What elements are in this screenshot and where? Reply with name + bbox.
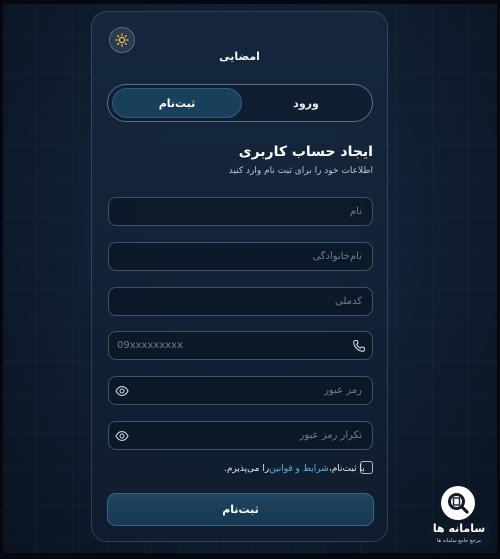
watermark-logo xyxy=(441,486,475,520)
eye-icon[interactable] xyxy=(115,385,129,397)
search-document-icon xyxy=(448,493,469,514)
tab-login[interactable]: ورود xyxy=(242,88,370,118)
terms-link[interactable]: شرایط و قوانین xyxy=(269,464,329,474)
auth-tabs: ثبت‌نام ورود xyxy=(107,84,373,122)
window-frame-bottom xyxy=(0,553,500,559)
phone-input[interactable] xyxy=(109,332,372,359)
phone-icon xyxy=(353,339,365,352)
password-confirm-input[interactable] xyxy=(109,422,372,449)
first-name-input[interactable] xyxy=(109,198,372,225)
form-subheading: اطلاعات خود را برای ثبت نام وارد کنید xyxy=(228,166,373,176)
password-field xyxy=(108,376,373,405)
phone-field xyxy=(108,331,373,360)
watermark-title: سامانه ها xyxy=(428,522,490,536)
national-code-field xyxy=(108,287,373,316)
national-code-input[interactable] xyxy=(109,288,372,315)
site-watermark: سامانه ها مرجع جامع سامانه ها xyxy=(428,486,490,552)
window-frame-top xyxy=(0,0,500,4)
window-frame-left xyxy=(0,0,3,559)
eye-icon[interactable] xyxy=(115,430,129,442)
terms-prefix: با ثبت‌نام، xyxy=(328,464,365,474)
tab-signup[interactable]: ثبت‌نام xyxy=(112,88,242,118)
watermark-subtitle: مرجع جامع سامانه ها xyxy=(428,537,490,545)
last-name-input[interactable] xyxy=(109,243,372,270)
password-input[interactable] xyxy=(109,377,372,404)
last-name-field xyxy=(108,242,373,271)
form-heading: ایجاد حساب کاربری xyxy=(238,144,373,160)
password-confirm-field xyxy=(108,421,373,450)
first-name-field xyxy=(108,197,373,226)
sun-icon xyxy=(115,33,129,47)
terms-suffix: را می‌پذیرم. xyxy=(224,464,270,474)
signup-submit-button[interactable]: ثبت‌نام xyxy=(107,493,374,526)
terms-label: با ثبت‌نام، شرایط و قوانین را می‌پذیرم. xyxy=(224,461,365,477)
brand-title: امضایی xyxy=(219,50,260,63)
